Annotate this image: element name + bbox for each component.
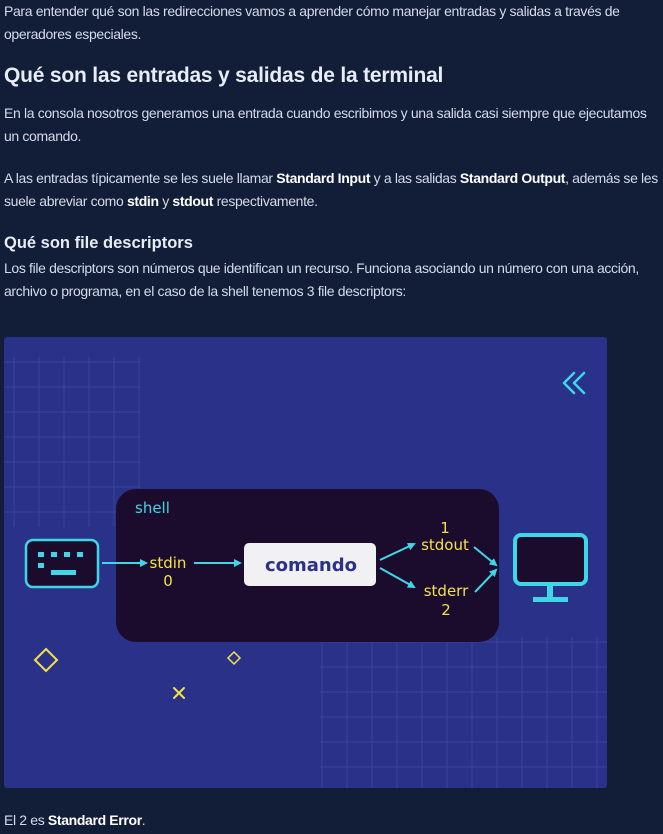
stdin-number: 0 xyxy=(163,572,173,590)
shell-label: shell xyxy=(135,499,170,517)
bold-standard-input: Standard Input xyxy=(276,170,371,186)
intro-paragraph: Para entender qué son las redirecciones … xyxy=(4,3,620,42)
text-fragment: El 2 es xyxy=(4,812,48,828)
diagram-svg: shell stdin 0 comando 1 stdout stderr 2 xyxy=(4,357,607,788)
cross-icon xyxy=(173,687,185,699)
text-fragment: y xyxy=(158,193,173,209)
text-fragment: y a las salidas xyxy=(370,170,460,186)
file-descriptors-diagram: shell stdin 0 comando 1 stdout stderr 2 xyxy=(4,337,607,788)
monitor-icon xyxy=(513,533,588,602)
bold-standard-error: Standard Error xyxy=(47,812,142,828)
text-fragment: A las entradas típicamente se les suele … xyxy=(4,170,277,186)
paragraph-consola: En la consola nosotros generamos una ent… xyxy=(4,105,647,144)
paragraph-file-descriptors: Los file descriptors son números que ide… xyxy=(4,260,639,299)
diamond-icon xyxy=(33,647,59,673)
diamond-icon xyxy=(226,650,242,666)
footer-paragraph: El 2 es Standard Error. xyxy=(4,809,663,832)
stderr-label: stderr xyxy=(424,582,469,600)
stderr-number: 2 xyxy=(441,601,451,619)
bold-stdin: stdin xyxy=(126,193,159,209)
paragraph-standard-io: A las entradas típicamente se les suele … xyxy=(4,167,663,213)
section-heading-file-descriptors: Qué son file descriptors xyxy=(4,234,193,252)
stdout-label: stdout xyxy=(421,536,469,554)
section-heading-entradas-salidas: Qué son las entradas y salidas de la ter… xyxy=(4,64,444,87)
stdin-label: stdin xyxy=(150,554,187,572)
double-chevron-left-icon xyxy=(562,371,586,395)
bold-stdout: stdout xyxy=(172,193,214,209)
grid-pattern-bottom-right xyxy=(320,637,607,788)
text-fragment: . xyxy=(141,812,146,828)
command-label: comando xyxy=(265,555,357,576)
keyboard-icon xyxy=(24,538,100,589)
text-fragment: respectivamente. xyxy=(213,193,318,209)
bold-standard-output: Standard Output xyxy=(459,170,566,186)
stdout-number: 1 xyxy=(440,519,450,537)
